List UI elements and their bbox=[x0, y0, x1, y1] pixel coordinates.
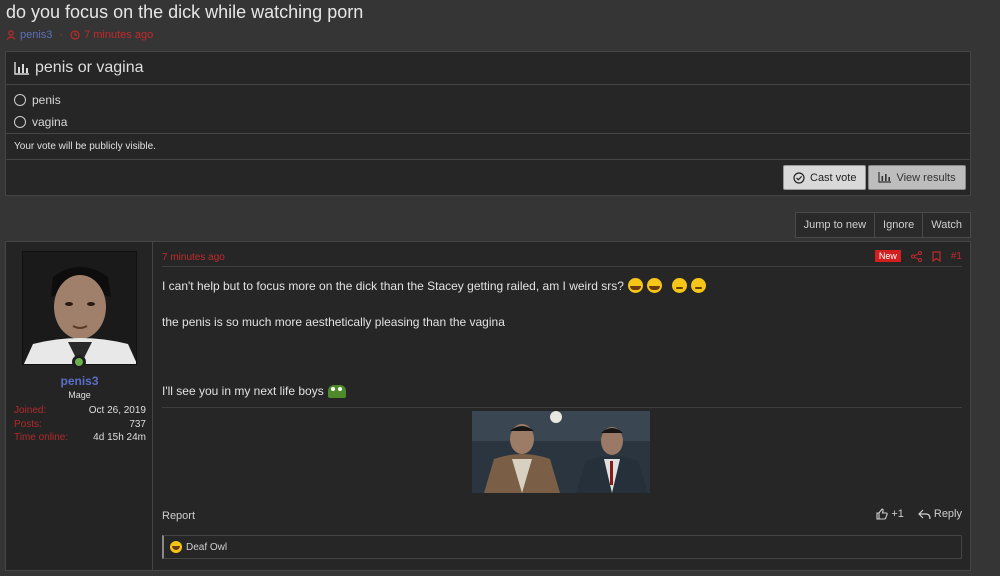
frog-emoji-icon bbox=[327, 384, 346, 398]
stat-key: Posts: bbox=[14, 418, 42, 430]
view-results-label: View results bbox=[896, 171, 956, 184]
avatar-image bbox=[23, 252, 136, 364]
stat-row-joined: Joined: Oct 26, 2019 bbox=[14, 405, 146, 419]
post-user-panel: penis3 Mage Joined: Oct 26, 2019 Posts: … bbox=[6, 242, 153, 570]
stat-key: Time online: bbox=[14, 432, 69, 443]
share-icon[interactable] bbox=[910, 250, 922, 262]
post-number-link[interactable]: #1 bbox=[951, 251, 962, 262]
post-time-link[interactable]: 7 minutes ago bbox=[162, 252, 225, 263]
new-badge: New bbox=[874, 250, 901, 262]
laughing-crying-emoji-icon bbox=[170, 541, 182, 553]
online-status-icon bbox=[72, 355, 86, 369]
user-stats: Joined: Oct 26, 2019 Posts: 737 Time onl… bbox=[14, 405, 146, 446]
avatar[interactable] bbox=[22, 251, 137, 365]
laughing-crying-emoji-icon bbox=[646, 278, 662, 293]
poll-option-label: vagina bbox=[32, 115, 68, 129]
thread-action-bar: Jump to new Ignore Watch bbox=[794, 212, 971, 238]
thumbs-up-icon bbox=[876, 508, 889, 520]
check-circle-icon bbox=[793, 171, 805, 184]
poll-options: penis vagina bbox=[6, 85, 970, 134]
poll-option-label: penis bbox=[32, 93, 61, 107]
post-main: 7 minutes ago New #1 I can't help but to… bbox=[154, 242, 970, 570]
wink-emoji-icon bbox=[690, 278, 706, 293]
stat-row-posts: Posts: 737 bbox=[14, 419, 146, 433]
thread-title: do you focus on the dick while watching … bbox=[6, 2, 364, 22]
jump-to-new-button[interactable]: Jump to new bbox=[796, 213, 874, 237]
post-paragraph: I'll see you in my next life boys bbox=[162, 384, 346, 398]
paragraph-text: I'll see you in my next life boys bbox=[162, 384, 324, 398]
bookmark-icon[interactable] bbox=[932, 250, 941, 262]
bar-chart-icon bbox=[878, 172, 892, 183]
watch-button[interactable]: Watch bbox=[922, 213, 970, 237]
like-button[interactable]: +1 bbox=[876, 508, 904, 520]
reply-button[interactable]: Reply bbox=[918, 508, 962, 520]
stat-value: Oct 26, 2019 bbox=[88, 405, 146, 416]
stat-key: Joined: bbox=[14, 405, 47, 416]
user-title: Mage bbox=[68, 390, 91, 400]
radio-button[interactable] bbox=[14, 94, 26, 106]
report-link[interactable]: Report bbox=[162, 510, 195, 522]
poll-option-vagina[interactable]: vagina bbox=[14, 111, 970, 133]
poll-actions: Cast vote View results bbox=[783, 165, 966, 190]
meta-separator: · bbox=[59, 29, 64, 41]
like-count: +1 bbox=[891, 508, 904, 520]
attachment-image bbox=[472, 411, 650, 493]
post-paragraph: the penis is so much more aesthetically … bbox=[162, 315, 505, 329]
reply-label: Reply bbox=[933, 508, 962, 520]
post-paragraph: I can't help but to focus more on the di… bbox=[162, 278, 706, 293]
radio-button[interactable] bbox=[14, 116, 26, 128]
clock-icon bbox=[70, 30, 80, 40]
divider bbox=[162, 266, 962, 267]
post-username[interactable]: penis3 bbox=[6, 374, 153, 388]
divider bbox=[162, 407, 962, 408]
thread-author-link[interactable]: penis3 bbox=[20, 29, 52, 41]
laughing-crying-emoji-icon bbox=[627, 278, 643, 293]
reply-icon bbox=[918, 509, 931, 519]
stat-row-time-online: Time online: 4d 15h 24m bbox=[14, 432, 146, 446]
poll-header: penis or vagina bbox=[6, 52, 970, 85]
cast-vote-button[interactable]: Cast vote bbox=[783, 165, 867, 190]
user-icon bbox=[6, 30, 16, 40]
reaction-user-link[interactable]: Deaf Owl bbox=[186, 542, 227, 553]
post-attachment-image[interactable] bbox=[472, 411, 650, 493]
thread-meta: penis3 · 7 minutes ago bbox=[6, 29, 153, 41]
poll-visibility-note: Your vote will be publicly visible. bbox=[6, 134, 970, 160]
post-header-icons: New #1 bbox=[874, 250, 962, 262]
stat-value: 4d 15h 24m bbox=[93, 432, 146, 443]
wink-emoji-icon bbox=[671, 278, 687, 293]
post: penis3 Mage Joined: Oct 26, 2019 Posts: … bbox=[5, 241, 971, 571]
ignore-button[interactable]: Ignore bbox=[874, 213, 922, 237]
post-actions: +1 Reply bbox=[876, 508, 962, 520]
stat-value: 737 bbox=[129, 418, 146, 430]
reactions-bar[interactable]: Deaf Owl bbox=[162, 535, 962, 559]
poll-question: penis or vagina bbox=[35, 59, 144, 76]
view-results-button[interactable]: View results bbox=[868, 165, 966, 190]
paragraph-text: I can't help but to focus more on the di… bbox=[162, 278, 624, 293]
thread-time-link[interactable]: 7 minutes ago bbox=[84, 29, 153, 41]
cast-vote-label: Cast vote bbox=[810, 171, 857, 184]
bar-chart-icon bbox=[14, 61, 29, 75]
poll-option-penis[interactable]: penis bbox=[14, 89, 970, 111]
